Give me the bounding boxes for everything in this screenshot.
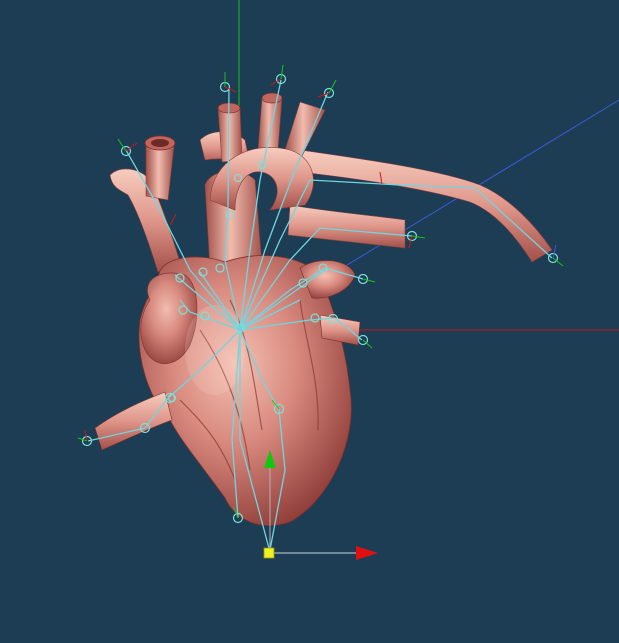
pulmonary-vessel-right <box>299 149 553 263</box>
inferior-vessel-left <box>94 391 173 451</box>
pulmonary-vessel-mid <box>287 204 406 249</box>
upper-left-vessel-tube <box>145 141 175 201</box>
3d-viewport[interactable] <box>0 0 619 643</box>
gizmo-center-handle[interactable] <box>263 547 275 559</box>
upper-left-vessel-lumen <box>151 139 169 147</box>
top-vessel-1 <box>217 107 243 163</box>
scene-canvas[interactable] <box>0 0 619 643</box>
top-vessel-2 <box>257 97 283 151</box>
move-arrow-icon[interactable] <box>356 546 378 560</box>
heart-model[interactable] <box>94 92 553 526</box>
top-vessel-2-opening <box>261 92 283 104</box>
